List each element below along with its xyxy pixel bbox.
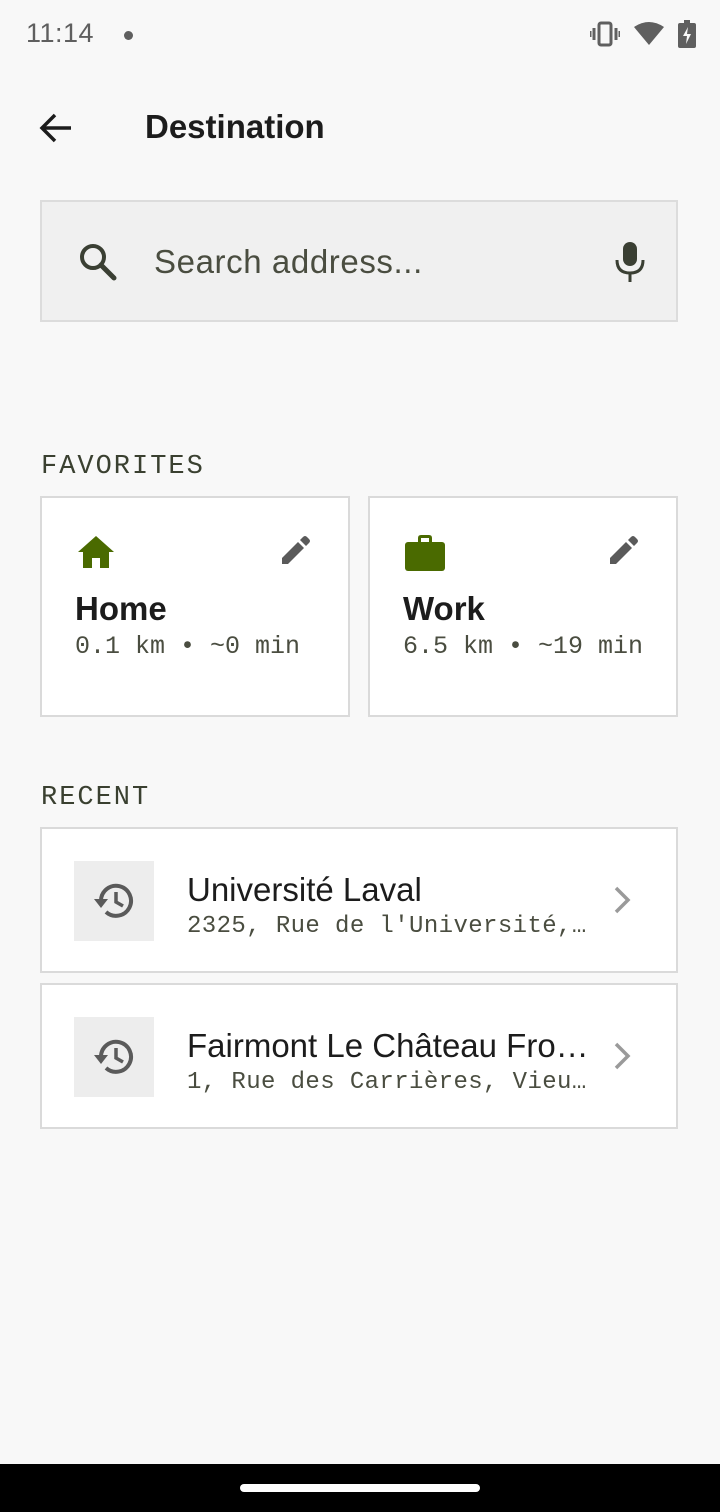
page-title: Destination [145, 108, 325, 145]
chevron-right-icon [612, 885, 632, 920]
pencil-icon [610, 536, 638, 564]
chevron-right-icon [612, 1041, 632, 1076]
favorites-section-label: FAVORITES [41, 452, 205, 482]
pencil-icon [282, 536, 310, 564]
battery-charging-icon [678, 20, 696, 53]
status-time: 11:14 [26, 18, 95, 48]
favorite-distance-time: 0.1 km • ~0 min [75, 632, 301, 661]
favorite-distance-time: 6.5 km • ~19 min [403, 632, 644, 661]
favorite-name: Home [75, 590, 167, 627]
history-icon [94, 1039, 133, 1074]
arrow-back-icon [39, 113, 71, 143]
recent-place-address: 2325, Rue de l'Université, Québec [187, 913, 592, 940]
search-icon [78, 242, 118, 287]
wifi-icon [634, 21, 664, 52]
recent-thumbnail [74, 861, 154, 941]
briefcase-icon [404, 534, 446, 577]
home-icon [76, 534, 116, 575]
recent-place-name: Université Laval [187, 871, 422, 908]
favorite-card-work[interactable]: Work 6.5 km • ~19 min [368, 496, 678, 717]
recent-section-label: RECENT [41, 783, 151, 813]
edit-home-button[interactable] [280, 536, 310, 571]
favorite-card-home[interactable]: Home 0.1 km • ~0 min [40, 496, 350, 717]
status-icons [589, 20, 696, 53]
notification-dot [124, 31, 133, 40]
vibrate-icon [589, 21, 621, 52]
recent-place-name: Fairmont Le Château Frontenac [187, 1027, 599, 1064]
favorite-name: Work [403, 590, 485, 627]
recent-item[interactable]: Fairmont Le Château Frontenac 1, Rue des… [40, 983, 678, 1129]
recent-thumbnail [74, 1017, 154, 1097]
recent-item[interactable]: Université Laval 2325, Rue de l'Universi… [40, 827, 678, 973]
home-gesture-handle[interactable] [240, 1484, 480, 1492]
recent-place-address: 1, Rue des Carrières, Vieux-Québec [187, 1069, 592, 1096]
history-icon [94, 883, 133, 918]
search-bar[interactable] [40, 200, 678, 322]
edit-work-button[interactable] [608, 536, 638, 571]
search-input[interactable] [154, 232, 584, 292]
back-button[interactable] [32, 104, 80, 152]
mic-icon[interactable] [612, 240, 648, 289]
